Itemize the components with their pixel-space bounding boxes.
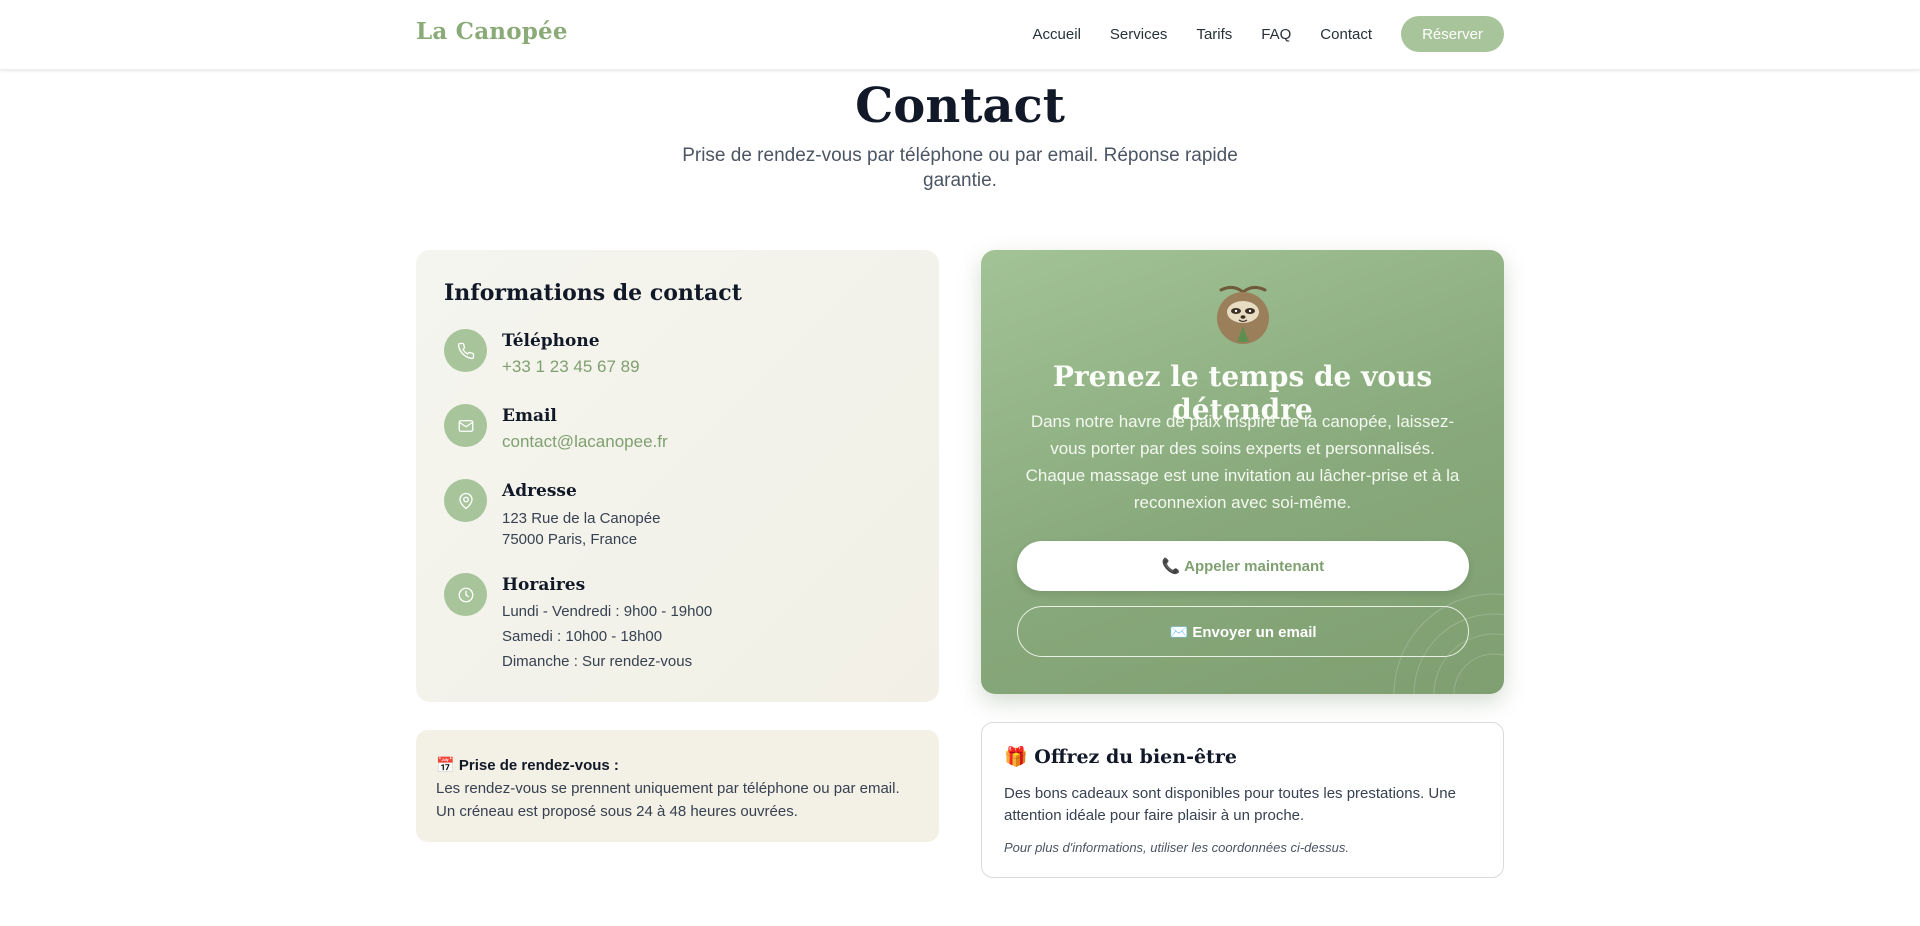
hours-line: Dimanche : Sur rendez-vous [502, 653, 693, 670]
appointment-note-text: Les rendez-vous se prennent uniquement p… [436, 780, 900, 820]
email-label: Email [502, 406, 557, 426]
nav-item-faq[interactable]: FAQ [1261, 18, 1291, 51]
relax-card: Prenez le temps de vous détendre Dans no… [981, 250, 1504, 694]
nav-item-contact[interactable]: Contact [1320, 18, 1372, 51]
mail-icon [444, 404, 487, 447]
send-email-button[interactable]: ✉️ Envoyer un email [1017, 606, 1469, 657]
address-line-2: 75000 Paris, France [502, 531, 638, 548]
contact-info-card: Informations de contact Téléphone +33 1 … [416, 250, 939, 702]
phone-link[interactable]: +33 1 23 45 67 89 [502, 357, 922, 377]
call-now-button[interactable]: 📞 Appeler maintenant [1017, 541, 1469, 591]
email-link[interactable]: contact@lacanopee.fr [502, 432, 922, 452]
nav-item-accueil[interactable]: Accueil [1033, 18, 1081, 51]
phone-icon [444, 329, 487, 372]
hours-line: Lundi - Vendredi : 9h00 - 19h00 [502, 603, 713, 620]
nav-item-services[interactable]: Services [1110, 18, 1168, 51]
appointment-note-title: 📅 Prise de rendez-vous : [436, 754, 919, 777]
address-line-1: 123 Rue de la Canopée [502, 510, 661, 527]
gift-icon: 🎁 [1004, 746, 1028, 768]
page-title: Contact [855, 78, 1065, 134]
site-logo[interactable]: La Canopée [416, 18, 568, 45]
relax-card-text: Dans notre havre de paix inspiré de la c… [1025, 412, 1460, 512]
main-nav: Accueil Services Tarifs FAQ Contact Rése… [1033, 16, 1504, 52]
gift-title: 🎁 Offrez du bien-être [1004, 745, 1237, 768]
hours-label: Horaires [502, 575, 586, 595]
phone-label: Téléphone [502, 331, 600, 351]
calendar-icon: 📅 [436, 757, 455, 774]
page-subtitle: Prise de rendez-vous par téléphone ou pa… [682, 145, 1238, 191]
nav-item-tarifs[interactable]: Tarifs [1196, 18, 1232, 51]
appointment-note: 📅 Prise de rendez-vous : Les rendez-vous… [416, 730, 939, 842]
appointment-note-heading: Prise de rendez-vous : [458, 757, 619, 774]
address-label: Adresse [502, 481, 577, 501]
clock-icon [444, 573, 487, 616]
contact-info-title: Informations de contact [444, 280, 742, 306]
sloth-icon [1213, 282, 1273, 353]
map-pin-icon [444, 479, 487, 522]
hours-line: Samedi : 10h00 - 18h00 [502, 628, 663, 645]
gift-note: Pour plus d'informations, utiliser les c… [1004, 840, 1349, 855]
gift-card: 🎁 Offrez du bien-être Des bons cadeaux s… [981, 722, 1504, 878]
gift-heading: Offrez du bien-être [1034, 746, 1237, 768]
gift-text: Des bons cadeaux sont disponibles pour t… [1004, 785, 1456, 824]
site-header: La Canopée Accueil Services Tarifs FAQ C… [0, 0, 1920, 70]
reserve-button[interactable]: Réserver [1401, 16, 1504, 52]
